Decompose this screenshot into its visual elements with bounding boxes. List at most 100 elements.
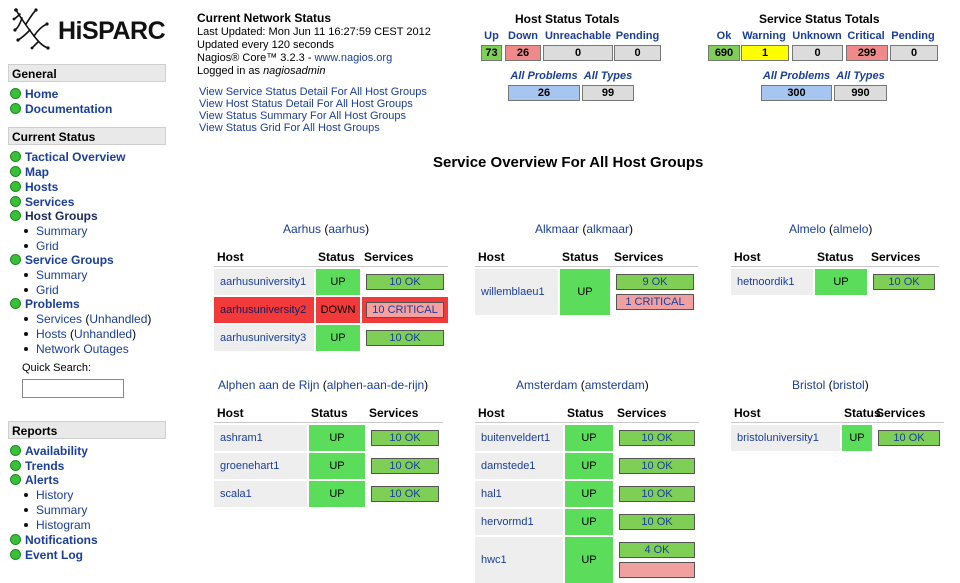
nav-alerts-history-link[interactable]: History — [36, 488, 73, 502]
nav-documentation[interactable]: Documentation — [10, 102, 112, 117]
host-label-up[interactable]: Up — [481, 30, 502, 42]
host-link-ashram1[interactable]: ashram1 — [220, 432, 263, 444]
service-ok-badge[interactable]: 10 OK — [371, 486, 439, 502]
host-link-groenehart1[interactable]: groenehart1 — [220, 460, 279, 472]
nav-hg-grid-link[interactable]: Grid — [36, 239, 59, 253]
service-ok-badge[interactable]: 10 OK — [371, 430, 439, 446]
service-critical-badge[interactable] — [619, 562, 695, 578]
nav-tactical-overview[interactable]: Tactical Overview — [10, 150, 126, 165]
host-link-aarhusuniversity3[interactable]: aarhusuniversity3 — [220, 332, 306, 344]
nav-services-link[interactable]: Services — [25, 195, 74, 209]
svc-label-critical[interactable]: Critical — [845, 30, 887, 42]
nav-hg-summary-link[interactable]: Summary — [36, 224, 87, 238]
host-link-aarhusuniversity2[interactable]: aarhusuniversity2 — [220, 304, 306, 316]
host-group-name-link[interactable]: Alkmaar — [535, 222, 579, 236]
nav-notifications-link[interactable]: Notifications — [25, 533, 98, 547]
nav-services[interactable]: Services — [10, 195, 74, 210]
nav-trends[interactable]: Trends — [10, 459, 64, 474]
host-group-alias-link[interactable]: alkmaar — [586, 222, 629, 236]
nav-event-log-link[interactable]: Event Log — [25, 548, 83, 562]
svc-all-types-label[interactable]: All Types — [834, 70, 887, 82]
svc-label-ok[interactable]: Ok — [708, 30, 740, 42]
host-link-bristoluniversity1[interactable]: bristoluniversity1 — [737, 432, 819, 444]
nav-alerts-history[interactable]: History — [24, 488, 73, 503]
quick-search-input[interactable] — [22, 379, 124, 398]
link-host-status-detail[interactable]: View Host Status Detail For All Host Gro… — [199, 98, 413, 110]
service-ok-badge[interactable]: 10 OK — [873, 274, 935, 290]
host-link-hwc1[interactable]: hwc1 — [481, 554, 507, 566]
host-link-willemblaeu1[interactable]: willemblaeu1 — [481, 286, 545, 298]
host-link-hervormd1[interactable]: hervormd1 — [481, 516, 534, 528]
nav-sg-grid-link[interactable]: Grid — [36, 283, 59, 297]
host-group-name-link[interactable]: Aarhus — [283, 222, 321, 236]
service-ok-badge[interactable]: 10 OK — [619, 486, 695, 502]
host-group-alias-link[interactable]: amsterdam — [585, 378, 645, 392]
service-ok-badge[interactable]: 10 OK — [619, 458, 695, 474]
nav-problems[interactable]: Problems — [10, 297, 80, 312]
nav-host-groups[interactable]: Host Groups — [10, 209, 98, 224]
nav-notifications[interactable]: Notifications — [10, 533, 98, 548]
nav-documentation-link[interactable]: Documentation — [25, 102, 112, 116]
nav-pr-services[interactable]: Services (Unhandled) — [24, 312, 151, 327]
nav-pr-hosts-link[interactable]: Hosts — [36, 327, 67, 341]
host-link-hetnoordik1[interactable]: hetnoordik1 — [737, 276, 795, 288]
host-group-name-link[interactable]: Almelo — [789, 222, 826, 236]
host-link-scala1[interactable]: scala1 — [220, 488, 252, 500]
svc-label-warning[interactable]: Warning — [738, 30, 790, 42]
host-link-hal1[interactable]: hal1 — [481, 488, 502, 500]
host-label-unreachable[interactable]: Unreachable — [543, 30, 613, 42]
link-service-status-detail[interactable]: View Service Status Detail For All Host … — [199, 86, 427, 98]
svc-label-unknown[interactable]: Unknown — [790, 30, 844, 42]
nav-availability-link[interactable]: Availability — [25, 444, 88, 458]
host-all-types-label[interactable]: All Types — [582, 70, 634, 82]
service-ok-badge[interactable]: 10 OK — [366, 330, 444, 346]
nav-map[interactable]: Map — [10, 165, 49, 180]
service-ok-badge[interactable]: 10 OK — [619, 430, 695, 446]
nav-alerts-link[interactable]: Alerts — [25, 473, 59, 487]
nav-service-groups[interactable]: Service Groups — [10, 253, 114, 268]
nav-alerts-summary[interactable]: Summary — [24, 503, 87, 518]
nav-sg-grid[interactable]: Grid — [24, 283, 59, 298]
host-group-alias-link[interactable]: alphen-aan-de-rijn — [327, 378, 424, 392]
service-ok-badge[interactable]: 9 OK — [616, 274, 694, 290]
svc-all-problems-label[interactable]: All Problems — [761, 70, 832, 82]
nav-pr-services-link[interactable]: Services — [36, 312, 82, 326]
host-group-alias-link[interactable]: bristol — [833, 378, 865, 392]
service-critical-badge[interactable]: 10 CRITICAL — [366, 302, 444, 318]
nav-alerts-histogram[interactable]: Histogram — [24, 518, 91, 533]
host-label-pending[interactable]: Pending — [614, 30, 661, 42]
nav-home[interactable]: Home — [10, 87, 58, 102]
nav-tactical-link[interactable]: Tactical Overview — [25, 150, 126, 164]
nav-pr-services-unhandled-link[interactable]: Unhandled — [89, 312, 147, 326]
nav-alerts[interactable]: Alerts — [10, 473, 59, 488]
host-group-alias-link[interactable]: almelo — [833, 222, 868, 236]
nav-alerts-summary-link[interactable]: Summary — [36, 503, 87, 517]
nav-host-groups-label[interactable]: Host Groups — [25, 209, 98, 223]
nav-hosts-link[interactable]: Hosts — [25, 180, 58, 194]
nav-trends-link[interactable]: Trends — [25, 459, 64, 473]
nav-home-link[interactable]: Home — [25, 87, 58, 101]
host-group-name-link[interactable]: Bristol — [792, 378, 825, 392]
host-group-name-link[interactable]: Amsterdam — [516, 378, 577, 392]
link-status-grid[interactable]: View Status Grid For All Host Groups — [199, 122, 380, 134]
nav-hg-grid[interactable]: Grid — [24, 239, 59, 254]
nagios-website-link[interactable]: www.nagios.org — [315, 52, 393, 64]
nav-pr-hosts-unhandled-link[interactable]: Unhandled — [74, 327, 132, 341]
nav-pr-outages[interactable]: Network Outages — [24, 342, 129, 357]
nav-hosts[interactable]: Hosts — [10, 180, 58, 195]
nav-event-log[interactable]: Event Log — [10, 548, 83, 563]
host-group-name-link[interactable]: Alphen aan de Rijn — [218, 378, 319, 392]
nav-alerts-histogram-link[interactable]: Histogram — [36, 518, 91, 532]
nav-sg-summary-link[interactable]: Summary — [36, 268, 87, 282]
host-link-damstede1[interactable]: damstede1 — [481, 460, 535, 472]
nav-pr-outages-link[interactable]: Network Outages — [36, 342, 129, 356]
nav-availability[interactable]: Availability — [10, 444, 88, 459]
nav-hg-summary[interactable]: Summary — [24, 224, 87, 239]
service-ok-badge[interactable]: 10 OK — [878, 430, 940, 446]
service-ok-badge[interactable]: 10 OK — [619, 514, 695, 530]
nav-problems-link[interactable]: Problems — [25, 297, 80, 311]
service-ok-badge[interactable]: 4 OK — [619, 542, 695, 558]
host-link-buitenveldert1[interactable]: buitenveldert1 — [481, 432, 550, 444]
host-link-aarhusuniversity1[interactable]: aarhusuniversity1 — [220, 276, 306, 288]
svc-label-pending[interactable]: Pending — [888, 30, 938, 42]
